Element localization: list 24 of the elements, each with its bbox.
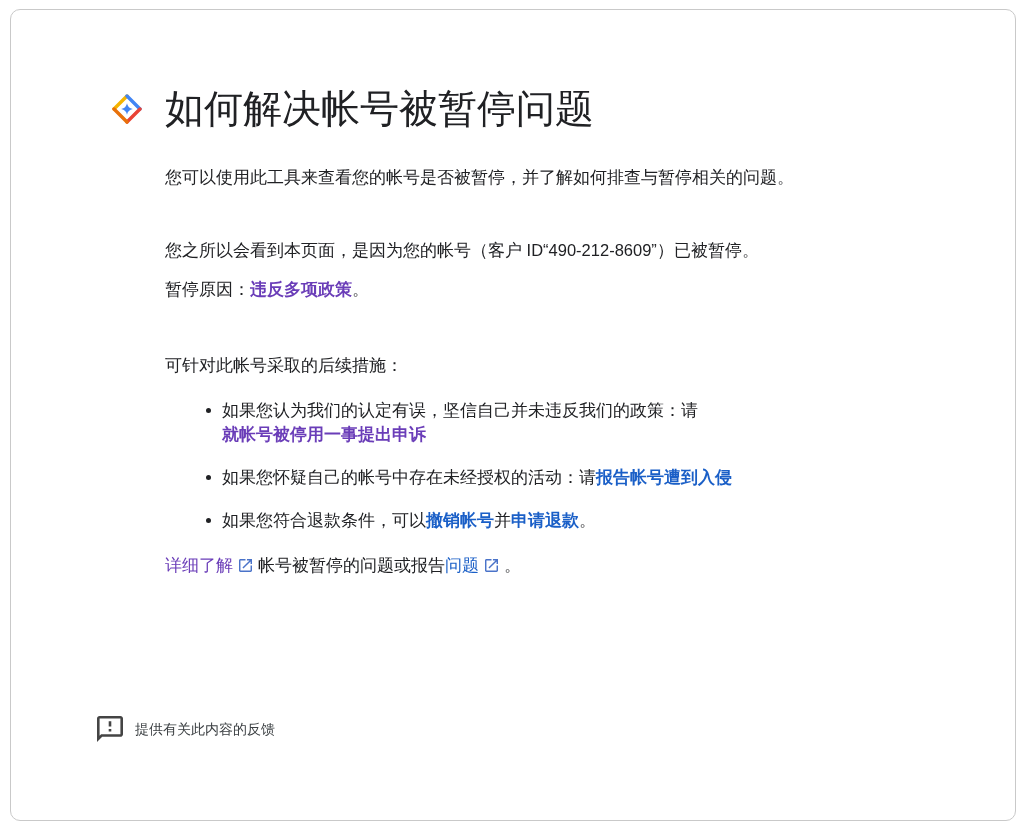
external-link-icon: [485, 559, 498, 572]
list-item-text: 如果您符合退款条件，可以撤销帐号并申请退款。: [222, 510, 596, 531]
external-link-icon: [239, 559, 252, 572]
learn-more-text: 详细了解 帐号被暂停的问题或报告问题 。: [165, 555, 521, 576]
bullet-icon: [206, 408, 211, 413]
list-item-text: 如果您认为我们的认定有误，坚信自己并未违反我们的政策：请 就帐号被停用一事提出申诉: [222, 400, 699, 445]
reason-text: 暂停原因：违反多项政策。: [165, 279, 369, 300]
link[interactable]: 撤销帐号: [426, 511, 494, 529]
section-heading: 可针对此帐号采取的后续措施：: [165, 355, 403, 376]
feedback-icon: [97, 716, 123, 742]
bullet-icon: [206, 475, 211, 480]
list-item-text: 如果您怀疑自己的帐号中存在未经授权的活动：请报告帐号遭到入侵: [222, 467, 732, 488]
link[interactable]: 报告帐号遭到入侵: [596, 468, 732, 486]
link[interactable]: 就帐号被停用一事提出申诉: [222, 425, 426, 443]
page-title: 如何解决帐号被暂停问题: [165, 86, 594, 132]
link[interactable]: 问题: [445, 556, 498, 574]
feedback-button[interactable]: 提供有关此内容的反馈: [97, 715, 275, 743]
link[interactable]: 详细了解: [165, 556, 252, 574]
notice-text: 您之所以会看到本页面，是因为您的帐号（客户 ID“490-212-8609”）已被暂停。: [165, 240, 759, 261]
diamond-sparkle-icon: [112, 94, 142, 124]
link[interactable]: 违反多项政策: [250, 280, 352, 298]
bullet-icon: [206, 518, 211, 523]
intro-text: 您可以使用此工具来查看您的帐号是否被暂停，并了解如何排查与暂停相关的问题。: [165, 167, 794, 188]
link[interactable]: 申请退款: [511, 511, 579, 529]
